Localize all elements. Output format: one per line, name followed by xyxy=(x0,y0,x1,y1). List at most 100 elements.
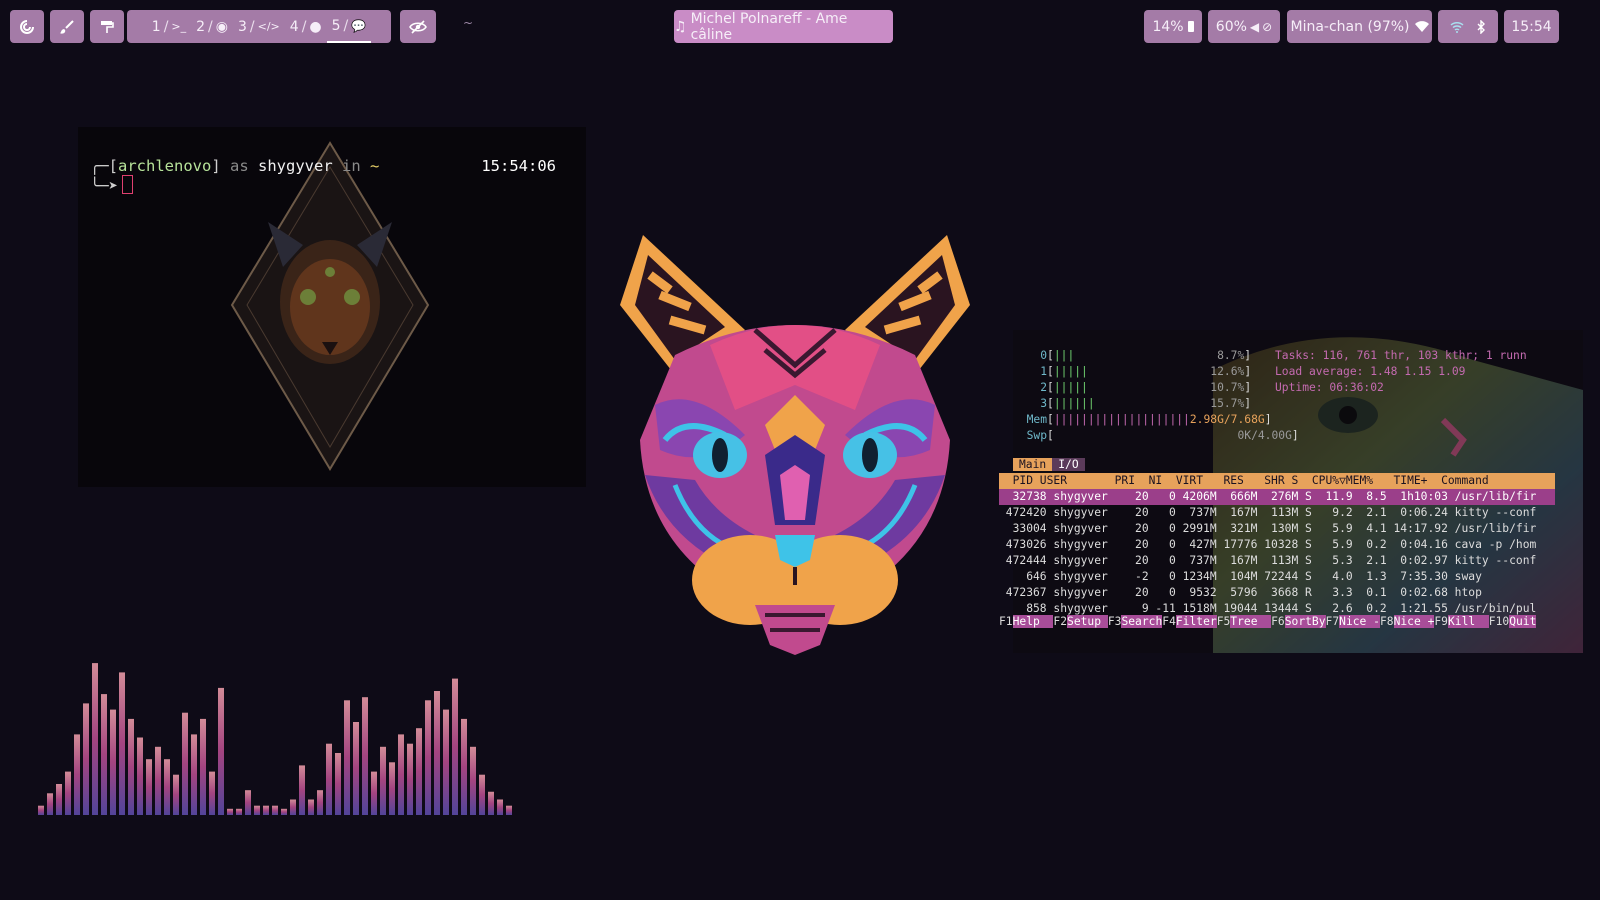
tasks-info: Tasks: 116, 761 thr, 103 kthr; 1 runn xyxy=(1275,349,1527,362)
fkey-label-f9[interactable]: Kill xyxy=(1447,615,1489,628)
media-title: Michel Polnareff - Ame câline xyxy=(690,10,848,43)
tab-main[interactable]: Main xyxy=(1013,458,1053,471)
fkey-f4: F4 xyxy=(1162,615,1176,628)
media-player[interactable]: ♫ Michel Polnareff - Ame câline xyxy=(674,10,893,43)
launcher-brush-button[interactable] xyxy=(50,10,84,43)
mem-meter: Mem[||||||||||||||||||||2.98G/7.68G] xyxy=(1013,413,1272,426)
visualizer-bar xyxy=(335,753,341,815)
htop-window[interactable]: 0[||| 8.7%] 1[||||| 12.6%] 2[||||| 10.7%… xyxy=(999,330,1583,653)
visualizer-bar xyxy=(443,709,449,815)
cpu-meter-3: 3[|||||| 15.7%] xyxy=(1040,397,1252,410)
chrome-icon: ◉ xyxy=(215,18,228,35)
launcher-spiral-button[interactable] xyxy=(10,10,44,43)
visualizer-bar xyxy=(308,799,314,815)
visualizer-bar xyxy=(497,799,503,815)
prompt-user: shygyver xyxy=(258,157,333,175)
wifi-indicator[interactable]: Mina-chan (97%) xyxy=(1287,10,1432,43)
visualizer-bar xyxy=(92,663,98,815)
table-row[interactable]: 32738 shygyver 20 0 4206M 666M 276M S 11… xyxy=(999,489,1555,505)
workspace-3[interactable]: 3/</> xyxy=(233,10,285,43)
tab-io[interactable]: I/O xyxy=(1052,458,1085,471)
fkey-label-f2[interactable]: Setup xyxy=(1067,615,1108,628)
fkey-f9: F9 xyxy=(1434,615,1448,628)
fkey-label-f6[interactable]: SortBy xyxy=(1284,615,1326,628)
idle-inhibitor-button[interactable] xyxy=(400,10,436,43)
mic-muted-icon: ⊘ xyxy=(1262,19,1273,34)
fkey-f6: F6 xyxy=(1271,615,1285,628)
table-row[interactable]: 472367 shygyver 20 0 9532 5796 3668 R 3.… xyxy=(999,585,1555,601)
table-row[interactable]: 33004 shygyver 20 0 2991M 321M 130M S 5.… xyxy=(999,521,1555,537)
volume-indicator[interactable]: 60% ◀ ⊘ xyxy=(1208,10,1280,43)
workspace-switcher: 1/>_ 2/◉ 3/</> 4/● 5/💬 xyxy=(127,10,391,43)
top-bar: 1/>_ 2/◉ 3/</> 4/● 5/💬 ~ ♫ Michel Polnar… xyxy=(10,10,1590,44)
visualizer-bar xyxy=(38,805,44,815)
process-table-header[interactable]: PID USER PRI NI VIRT RES SHR S CPU%▽MEM%… xyxy=(999,473,1555,489)
visualizer-bar xyxy=(236,808,242,815)
speaker-icon: ◀ xyxy=(1249,19,1260,34)
visualizer-bar xyxy=(380,746,386,815)
fkey-label-f4[interactable]: Filter xyxy=(1175,615,1217,628)
launcher-roller-button[interactable] xyxy=(90,10,124,43)
workspace-1[interactable]: 1/>_ xyxy=(147,10,191,43)
fkey-label-f7[interactable]: Nice - xyxy=(1339,615,1380,628)
visualizer-bar xyxy=(200,718,206,815)
cpu-meter-0: 0[||| 8.7%] xyxy=(1040,349,1252,362)
fkey-label-f3[interactable]: Search xyxy=(1121,615,1163,628)
brightness-indicator[interactable]: 14% xyxy=(1144,10,1202,43)
htop-tabs: Main I/O xyxy=(1013,457,1085,473)
workspace-5[interactable]: 5/💬 xyxy=(326,10,372,43)
fkey-label-f10[interactable]: Quit xyxy=(1509,615,1537,628)
chat-icon: 💬 xyxy=(351,18,367,33)
terminal-window[interactable]: ╭─[archlenovo] as shygyver in ~ ╰─➤ 15:5… xyxy=(78,127,586,487)
wifi-icon xyxy=(1450,21,1464,33)
table-row[interactable]: 473026 shygyver 20 0 427M 17776 10328 S … xyxy=(999,537,1555,553)
visualizer-bar xyxy=(452,678,458,815)
wifi-ssid: Mina-chan (97%) xyxy=(1290,18,1410,35)
fkey-label-f8[interactable]: Nice + xyxy=(1393,615,1435,628)
visualizer-bar xyxy=(506,805,512,815)
bluetooth-icon xyxy=(1477,19,1485,34)
spiral-icon xyxy=(20,19,34,34)
visualizer-bar xyxy=(371,771,377,815)
visualizer-bar xyxy=(155,746,161,815)
prompt-host: archlenovo xyxy=(118,157,212,175)
table-row[interactable]: 472420 shygyver 20 0 737M 167M 113M S 9.… xyxy=(999,505,1555,521)
visualizer-bar xyxy=(101,694,107,815)
terminal-cursor xyxy=(122,175,133,194)
visualizer-bar xyxy=(479,774,485,815)
visualizer-bar xyxy=(146,759,152,815)
visualizer-bar xyxy=(119,672,125,815)
visualizer-bar xyxy=(209,771,215,815)
visualizer-bar xyxy=(191,734,197,815)
visualizer-bar xyxy=(227,808,233,815)
cpu-meter-2: 2[||||| 10.7%] xyxy=(1040,381,1252,394)
workspace-2[interactable]: 2/◉ xyxy=(191,10,233,43)
visualizer-bar xyxy=(425,700,431,815)
fkey-f2: F2 xyxy=(1053,615,1068,628)
visualizer-bar xyxy=(281,808,287,815)
audio-visualizer xyxy=(38,663,512,815)
swap-meter: Swp[ 0K/4.00G] xyxy=(1013,429,1299,442)
function-key-bar: F1Help F2Setup F3SearchF4FilterF5Tree F6… xyxy=(999,614,1537,630)
visualizer-bar xyxy=(488,791,494,815)
prompt-dir: ~ xyxy=(370,157,380,175)
terminal-icon: >_ xyxy=(171,20,187,33)
table-row[interactable]: 646 shygyver -2 0 1234M 104M 72244 S 4.0… xyxy=(999,569,1555,585)
visualizer-bar xyxy=(461,718,467,815)
workspace-4[interactable]: 4/● xyxy=(285,10,327,43)
load-average: Load average: 1.48 1.15 1.09 xyxy=(1275,365,1466,378)
visualizer-bar xyxy=(254,805,260,815)
table-row[interactable]: 472444 shygyver 20 0 737M 167M 113M S 5.… xyxy=(999,553,1555,569)
network-bluetooth-tray[interactable] xyxy=(1438,10,1498,43)
fkey-label-f1[interactable]: Help xyxy=(1012,615,1054,628)
code-icon: </> xyxy=(257,20,280,33)
visualizer-bar xyxy=(434,691,440,815)
spotify-icon: ● xyxy=(309,18,322,35)
fkey-label-f5[interactable]: Tree xyxy=(1230,615,1272,628)
visualizer-bar xyxy=(83,703,89,815)
visualizer-bar xyxy=(299,765,305,815)
prompt-time: 15:54:06 xyxy=(481,157,556,175)
visualizer-bar xyxy=(218,687,224,815)
clock[interactable]: 15:54 xyxy=(1504,10,1559,43)
visualizer-bar xyxy=(47,793,53,815)
